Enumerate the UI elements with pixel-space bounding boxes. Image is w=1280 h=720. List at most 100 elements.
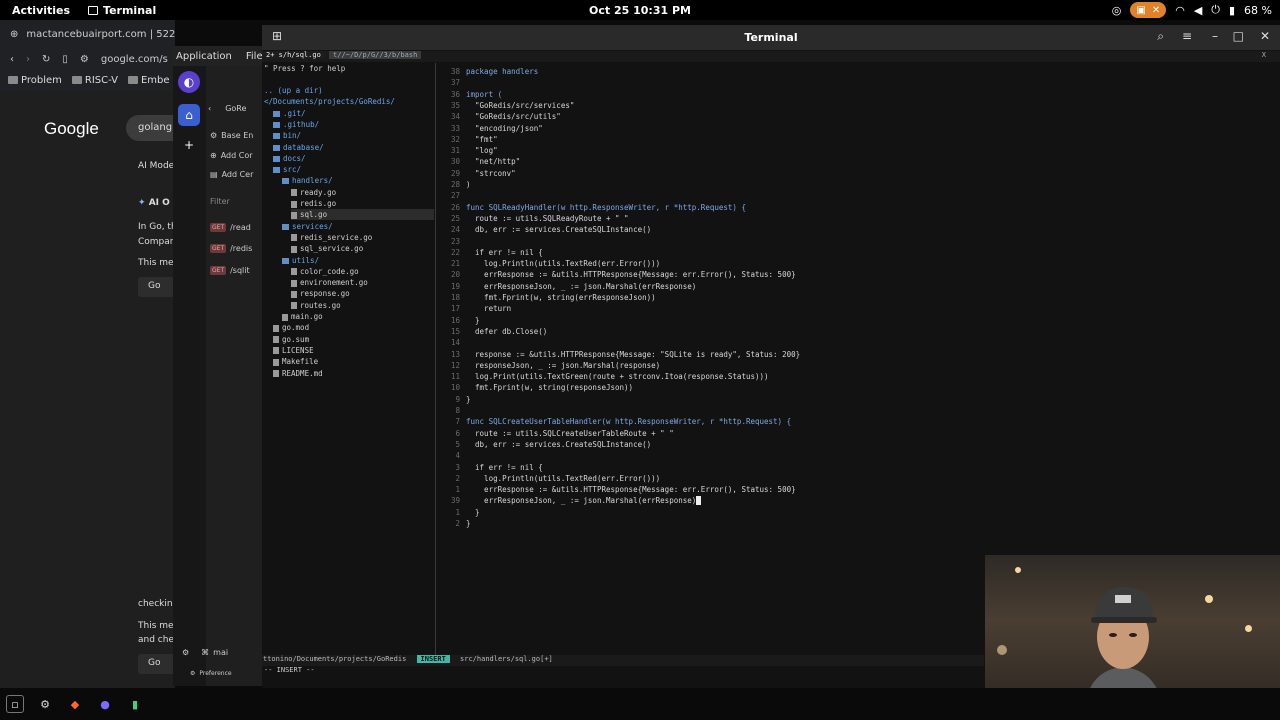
tree-item[interactable]: response.go — [291, 288, 434, 299]
tree-item-label: go.sum — [282, 334, 310, 344]
home-icon[interactable]: ⌂ — [178, 104, 200, 126]
tree-item[interactable]: utils/ — [282, 255, 434, 266]
code-line: 1 } — [436, 507, 479, 518]
tree-item-label: .git/ — [283, 108, 306, 118]
collection-header[interactable]: ‹ GoRe — [208, 104, 246, 113]
workspace-avatar[interactable]: ◐ — [178, 71, 200, 93]
browser-tab[interactable]: ⊕ mactancebuairport.com | 522 — [0, 20, 175, 48]
code-block: Go — [138, 277, 175, 297]
tree-item[interactable]: go.mod — [273, 322, 434, 333]
search-icon[interactable]: ⌕ — [1157, 29, 1164, 44]
collection-item[interactable]: ⊕ Add Cor — [210, 151, 253, 160]
vim-tab-active[interactable]: 2+ s/h/sql.go — [262, 51, 325, 59]
tree-item[interactable]: services/ — [282, 221, 434, 232]
tree-item[interactable]: go.sum — [273, 334, 434, 345]
preferences-link[interactable]: ⚙ Preference — [190, 670, 232, 677]
activities-button[interactable]: Activities — [0, 4, 82, 17]
add-icon[interactable]: + — [178, 134, 200, 156]
filter-input[interactable]: Filter — [210, 197, 230, 206]
line-number: 26 — [450, 202, 460, 212]
tree-item[interactable]: redis.go — [291, 198, 434, 209]
collection-item[interactable]: ▤ Add Cer — [210, 170, 253, 179]
clock[interactable]: Oct 25 10:31 PM — [0, 4, 1280, 17]
request-item[interactable]: GET/sqlit — [210, 266, 250, 275]
system-tray[interactable]: ◎ ▣ ✕ ◠ ◀ ⏻ ▮ 68 % — [1112, 2, 1272, 18]
tree-item[interactable]: sql_service.go — [291, 243, 434, 254]
google-logo[interactable]: Google — [44, 119, 99, 139]
close-tab-icon[interactable]: X — [1262, 51, 1266, 59]
tree-item[interactable]: .. (up a dir) — [264, 85, 434, 96]
hamburger-menu-icon[interactable]: ≡ — [1182, 29, 1192, 43]
code-line: 26 func SQLReadyHandler(w http.ResponseWr… — [436, 202, 746, 213]
tree-item[interactable]: main.go — [282, 311, 434, 322]
tree-item[interactable]: redis_service.go — [291, 232, 434, 243]
request-item[interactable]: GET/redis — [210, 244, 252, 253]
tree-item[interactable]: color_code.go — [291, 266, 434, 277]
collections-icon[interactable]: ⌘ — [201, 648, 209, 657]
brave-browser-icon[interactable]: ◆ — [66, 695, 84, 713]
site-settings-icon[interactable]: ⚙ — [80, 54, 89, 65]
tree-item[interactable]: routes.go — [291, 300, 434, 311]
minimize-icon[interactable]: – — [1212, 29, 1218, 43]
menu-file[interactable]: File — [246, 51, 263, 62]
request-item[interactable]: GET/read — [210, 223, 251, 232]
collection-item-label: Add Cer — [221, 170, 254, 179]
folder-icon — [8, 75, 18, 84]
code-text: log.Print(utils.TextGreen(route + strcon… — [466, 372, 769, 382]
google-results-page: Google golang AI Mode ✦ AI O In Go, th C… — [0, 91, 186, 688]
address-bar[interactable]: google.com/s — [101, 54, 168, 65]
forward-icon[interactable]: › — [26, 54, 30, 65]
folder-icon — [273, 121, 280, 128]
tree-item[interactable]: docs/ — [273, 153, 434, 164]
menu-application[interactable]: Application — [176, 51, 232, 62]
code-line: 21 log.Println(utils.TextRed(err.Error()… — [436, 258, 660, 269]
bookmark-riscv[interactable]: RISC-V — [71, 75, 118, 86]
file-icon — [273, 358, 279, 366]
doc-icon: ▤ — [210, 170, 218, 179]
app-menu[interactable]: Terminal — [88, 4, 156, 17]
bookmark-embe[interactable]: Embe — [127, 75, 170, 86]
code-text: errResponse := &utils.HTTPResponse{Messa… — [466, 485, 796, 495]
close-icon[interactable]: ✕ — [1260, 29, 1270, 43]
new-tab-icon[interactable]: ⊞ — [272, 29, 282, 43]
tree-item[interactable]: src/ — [273, 164, 434, 175]
code-line: 38 package handlers — [436, 66, 538, 77]
tree-item[interactable]: database/ — [273, 142, 434, 153]
vim-tab[interactable]: t//~/D/p/G//3/b/bash — [329, 51, 422, 59]
ai-mode-link[interactable]: AI Mode — [138, 161, 175, 171]
code-line: 27 — [436, 190, 466, 201]
code-text: errResponse := &utils.HTTPResponse{Messa… — [466, 270, 796, 280]
api-client-icon[interactable]: ● — [96, 695, 114, 713]
bookmark-problem[interactable]: Problem — [8, 75, 62, 86]
line-number: 34 — [450, 112, 460, 122]
settings-icon[interactable]: ⚙ — [182, 648, 189, 657]
tree-item[interactable]: LICENSE — [273, 345, 434, 356]
code-text: errResponseJson, _ := json.Marshal(errRe… — [466, 496, 697, 506]
tree-item-label: redis.go — [300, 199, 337, 208]
reload-icon[interactable]: ↻ — [42, 54, 50, 65]
tree-item[interactable]: environement.go — [291, 277, 434, 288]
tree-item[interactable]: bin/ — [273, 130, 434, 141]
code-text: db, err := services.CreateSQLInstance() — [466, 225, 652, 235]
volume-icon: ◀ — [1193, 3, 1203, 17]
tree-item[interactable]: ready.go — [291, 187, 434, 198]
settings-icon[interactable]: ⚙ — [36, 695, 54, 713]
back-icon[interactable]: ‹ — [10, 54, 14, 65]
collection-item[interactable]: ⚙ Base En — [210, 131, 253, 140]
tree-item[interactable]: .git/ — [273, 108, 434, 119]
back-icon[interactable]: ‹ — [208, 104, 211, 113]
show-apps-icon[interactable]: ▫ — [6, 695, 24, 713]
tree-item[interactable]: .github/ — [273, 119, 434, 130]
bookmark-icon[interactable]: ▯ — [62, 54, 68, 65]
tree-item-label: database/ — [283, 142, 324, 152]
file-icon — [291, 234, 297, 242]
screen-recording-indicator[interactable]: ▣ ✕ — [1130, 2, 1167, 18]
tree-item[interactable]: </Documents/projects/GoRedis/ — [264, 96, 434, 107]
tree-item[interactable]: sql.go — [291, 209, 434, 221]
terminal-icon[interactable]: ▮ — [126, 695, 144, 713]
maximize-icon[interactable]: □ — [1233, 29, 1244, 43]
tree-item[interactable]: handlers/ — [282, 175, 434, 186]
tree-item[interactable]: README.md — [273, 368, 434, 379]
tree-item[interactable]: Makefile — [273, 356, 434, 367]
api-client-sidebar-rail: ◐ ⌂ + — [173, 66, 206, 686]
